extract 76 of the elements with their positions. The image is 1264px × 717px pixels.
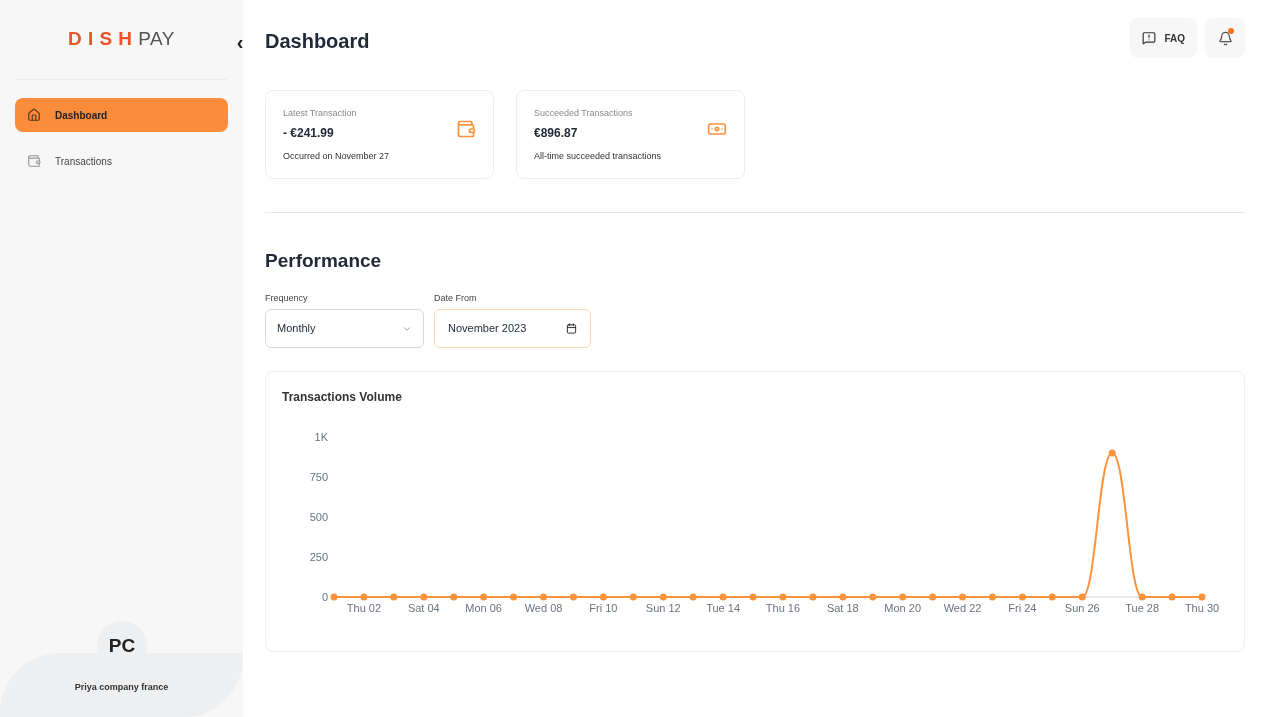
nav-item[interactable]: Dashboard [15, 98, 228, 132]
frequency-select[interactable]: Monthly [265, 309, 424, 348]
x-tick-label: Thu 16 [765, 602, 801, 614]
help-icon [1142, 31, 1157, 45]
data-point [929, 593, 937, 601]
y-tick-label: 250 [309, 551, 328, 563]
x-tick-label: Fri 24 [1008, 602, 1037, 614]
card-amount: €896.87 [534, 124, 578, 142]
x-tick-label: Tue 14 [706, 602, 741, 614]
data-point [480, 593, 488, 601]
x-tick-label: Fri 10 [589, 602, 618, 614]
wallet-icon [456, 119, 476, 139]
faq-button[interactable]: FAQ [1130, 18, 1197, 58]
x-tick-label: Sun 12 [645, 602, 681, 614]
x-tick-label: Mon 20 [884, 602, 922, 614]
y-tick-label: 750 [309, 471, 328, 483]
x-tick-label: Sun 26 [1064, 602, 1100, 614]
logo: D I S H PAY [68, 27, 175, 52]
data-point [1078, 593, 1086, 601]
data-point [629, 593, 637, 601]
y-tick-label: 1K [314, 431, 328, 443]
x-tick-label: Wed 08 [524, 602, 563, 614]
notification-button[interactable] [1205, 18, 1245, 58]
x-tick-label: Wed 22 [943, 602, 982, 614]
data-point [360, 593, 368, 601]
card-note: All-time succeeded transactions [534, 149, 663, 163]
collapse-button[interactable]: ‹ [232, 30, 248, 54]
x-tick-label: Thu 02 [346, 602, 382, 614]
card-amount: - €241.99 [283, 124, 334, 142]
x-tick-label: Sat 04 [407, 602, 440, 614]
calendar-icon [566, 323, 577, 334]
y-tick-label: 500 [309, 511, 328, 523]
bell-icon [1217, 30, 1233, 46]
data-point [869, 593, 877, 601]
card-note: Occurred on November 27 [283, 149, 391, 163]
field-label: Frequency [265, 291, 309, 305]
data-point [599, 593, 607, 601]
data-point [420, 593, 428, 601]
page-title: Dashboard [265, 29, 370, 54]
data-point [959, 593, 967, 601]
data-point [510, 593, 518, 601]
data-point [839, 593, 847, 601]
home-icon [27, 108, 41, 122]
x-tick-label: Thu 30 [1184, 602, 1220, 614]
data-point [450, 593, 458, 601]
data-point [719, 593, 727, 601]
x-tick-label: Mon 06 [465, 602, 502, 614]
date-field[interactable]: November 2023 [434, 309, 591, 348]
card-title: Latest Transaction [283, 107, 358, 120]
data-point [779, 593, 787, 601]
data-point [989, 593, 996, 601]
card-title: Succeeded Transactions [534, 107, 634, 120]
x-tick-label: Tue 28 [1125, 602, 1160, 614]
wallet-icon [27, 154, 41, 168]
x-tick-label: Sat 18 [826, 602, 859, 614]
data-point [1018, 593, 1026, 601]
data-point [1048, 593, 1056, 601]
data-point [1198, 593, 1206, 601]
data-point [1138, 593, 1146, 601]
data-point [689, 593, 697, 601]
section-title: Performance [265, 249, 383, 273]
data-point [330, 593, 338, 601]
data-point [1168, 593, 1176, 601]
data-point [809, 593, 817, 601]
data-point [659, 593, 667, 601]
nav-item[interactable]: Transactions [15, 144, 228, 178]
data-point [569, 593, 577, 601]
y-tick-label: 0 [321, 591, 328, 603]
chart-title: Transactions Volume [282, 389, 403, 406]
company-name: Priya company france [73, 681, 170, 694]
data-point [749, 593, 757, 601]
data-point [540, 593, 547, 601]
data-point [390, 593, 398, 601]
field-label: Date From [434, 291, 478, 305]
data-point [1108, 449, 1116, 457]
data-point [899, 593, 907, 601]
